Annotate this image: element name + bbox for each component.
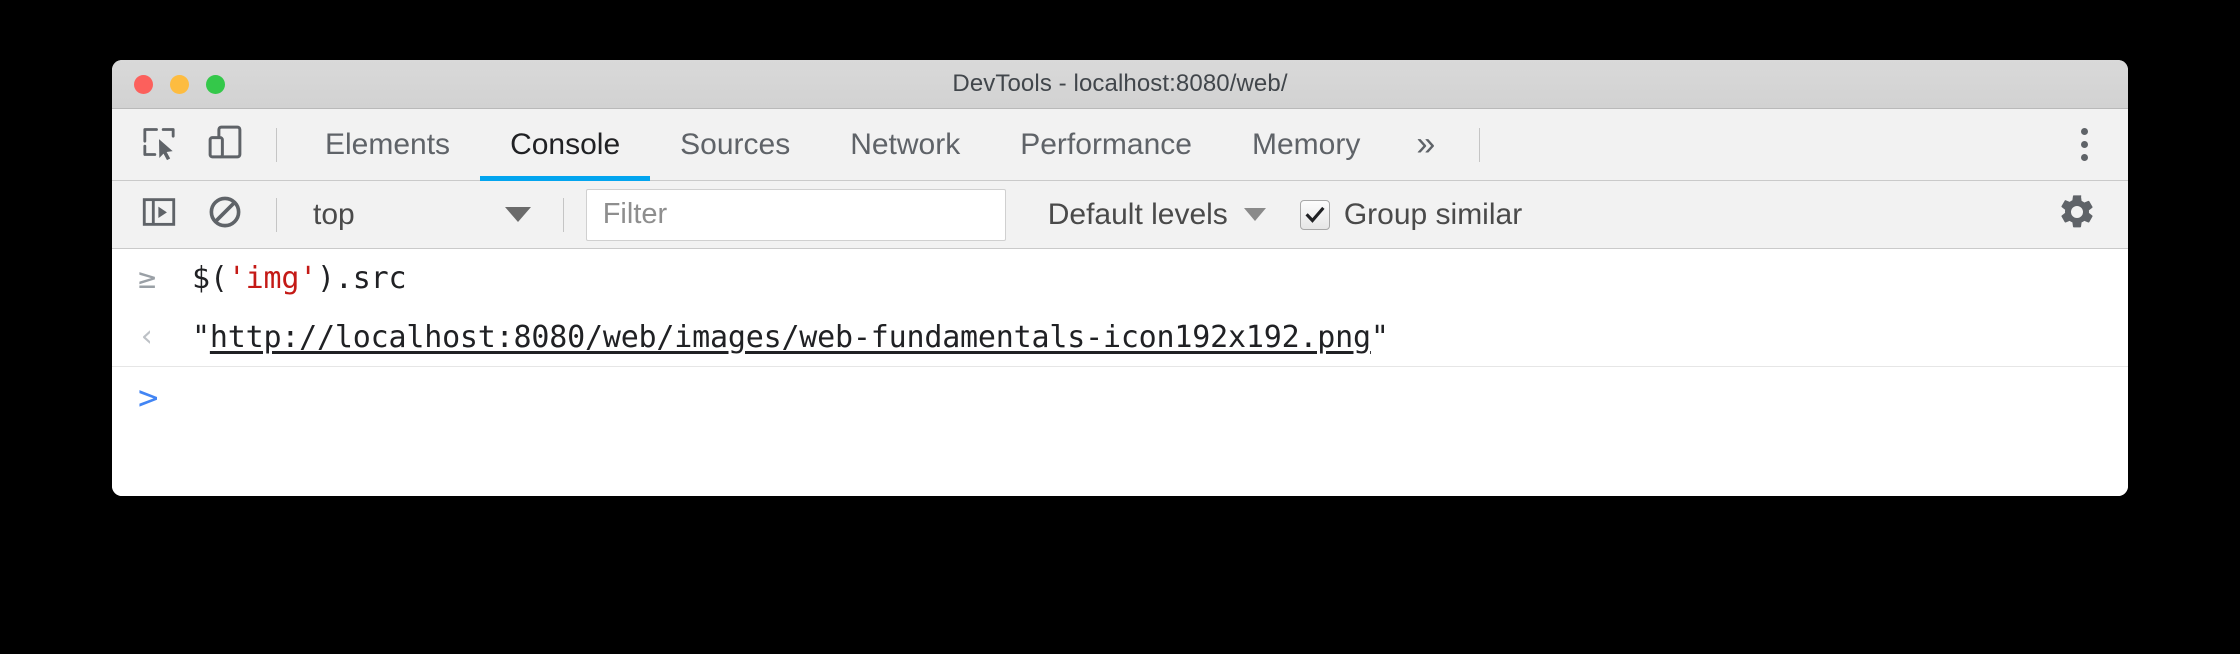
- console-toolbar: top Filter Default levels Group similar: [112, 181, 2128, 249]
- inspect-cursor-icon: [139, 122, 179, 167]
- log-levels-label: Default levels: [1047, 197, 1228, 231]
- console-sidebar-icon: [140, 193, 178, 236]
- devtools-window: DevTools - localhost:8080/web/ Elements …: [112, 60, 2128, 496]
- tab-sources[interactable]: Sources: [650, 109, 820, 181]
- window-title: DevTools - localhost:8080/web/: [952, 70, 1288, 97]
- code-token-string: 'img': [227, 261, 318, 296]
- minimize-window-button[interactable]: [170, 74, 189, 94]
- console-filter-input[interactable]: Filter: [585, 188, 1006, 241]
- console-input-row: ≥ $('img').src: [112, 249, 2128, 308]
- tab-elements[interactable]: Elements: [295, 109, 480, 181]
- kebab-dot: [2080, 128, 2088, 135]
- tab-performance[interactable]: Performance: [990, 109, 1222, 181]
- devtools-main-menu-button[interactable]: [2050, 116, 2118, 174]
- toggle-device-toolbar-button[interactable]: [192, 116, 258, 174]
- more-tabs-button[interactable]: »: [1390, 109, 1461, 181]
- console-sidebar-toggle-button[interactable]: [126, 186, 192, 244]
- console-toolbar-divider: [276, 197, 277, 232]
- gear-icon: [2057, 192, 2097, 237]
- console-prompt-caret: >: [138, 378, 159, 418]
- tabbar-divider-right: [1479, 127, 1481, 162]
- code-token-plain: $(: [192, 261, 228, 296]
- tab-network[interactable]: Network: [820, 109, 990, 181]
- tab-console[interactable]: Console: [480, 109, 651, 181]
- quote-open: ": [192, 319, 210, 355]
- group-similar-label: Group similar: [1343, 197, 1523, 231]
- tab-memory[interactable]: Memory: [1222, 109, 1390, 181]
- inspect-element-button[interactable]: [126, 116, 192, 174]
- execution-context-selector[interactable]: top: [295, 189, 545, 241]
- console-result-caret: ‹: [138, 319, 157, 354]
- console-toolbar-divider-2: [562, 197, 564, 232]
- console-result-link[interactable]: http://localhost:8080/web/images/web-fun…: [210, 320, 1371, 355]
- console-prompt-row[interactable]: >: [112, 367, 2128, 429]
- group-similar-toggle[interactable]: Group similar: [1299, 197, 1523, 232]
- tabbar-divider: [276, 127, 277, 162]
- console-settings-button[interactable]: [2042, 186, 2112, 244]
- kebab-dot: [2080, 154, 2088, 161]
- chevron-down-icon: [504, 207, 531, 222]
- kebab-dot: [2080, 141, 2088, 148]
- console-input-expression: $('img').src: [192, 261, 407, 296]
- window-titlebar: DevTools - localhost:8080/web/: [112, 60, 2128, 109]
- chevron-down-icon: [1243, 208, 1266, 221]
- console-prompt-caret-wrap: >: [138, 381, 192, 415]
- quote-close: ": [1370, 319, 1389, 355]
- console-result-row: ‹ "http://localhost:8080/web/images/web-…: [112, 308, 2128, 367]
- group-similar-checkbox[interactable]: [1299, 199, 1330, 230]
- code-token-plain: ).src: [317, 261, 407, 296]
- execution-context-value: top: [313, 197, 355, 231]
- devtools-tabbar: Elements Console Sources Network Perform…: [112, 109, 2128, 181]
- console-message-list: ≥ $('img').src ‹ "http://localhost:8080/…: [112, 249, 2128, 496]
- device-toolbar-icon: [204, 121, 246, 168]
- traffic-light-group: [134, 60, 225, 108]
- console-result-value: "http://localhost:8080/web/images/web-fu…: [192, 320, 1389, 355]
- zoom-window-button[interactable]: [206, 74, 225, 94]
- clear-console-icon: [206, 193, 244, 236]
- log-levels-dropdown[interactable]: Default levels: [1048, 198, 1266, 232]
- clear-console-button[interactable]: [192, 186, 258, 244]
- console-filter-placeholder: Filter: [602, 198, 668, 230]
- console-input-caret: ≥: [138, 260, 157, 296]
- checkmark-icon: [1305, 206, 1325, 223]
- close-window-button[interactable]: [134, 74, 153, 94]
